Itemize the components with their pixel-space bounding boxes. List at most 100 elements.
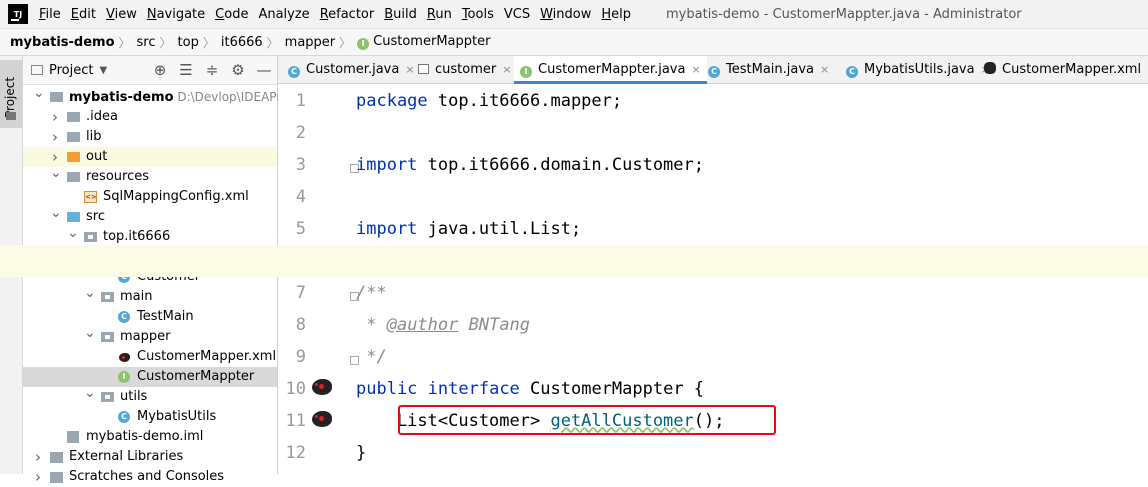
chevron-right-icon[interactable]: › [33, 467, 43, 487]
code-token: */ [356, 347, 387, 367]
breadcrumb-item[interactable]: I CustomerMappter [351, 34, 494, 50]
tree-item-label: out [86, 147, 107, 167]
tab-testmain-java[interactable]: C TestMain.java × [702, 56, 835, 83]
tree-item-main[interactable]: ⌄ main [23, 285, 277, 307]
code-token: top.it6666.domain.Customer; [417, 155, 704, 175]
chevron-down-icon[interactable]: ⌄ [50, 163, 62, 183]
chevron-down-icon[interactable]: ⌄ [67, 223, 79, 243]
tree-item-out[interactable]: › out [23, 147, 277, 167]
code-token: interface [427, 379, 520, 399]
menu-refactor[interactable]: Refactor [315, 7, 380, 22]
tree-item-label: .idea [86, 107, 118, 127]
mybatis-icon [118, 351, 132, 363]
breadcrumb-item[interactable]: src [131, 35, 160, 50]
chevron-down-icon[interactable]: ⌄ [33, 83, 45, 103]
mybatis-navigate-icon[interactable] [310, 407, 336, 429]
tree-item-label: main [120, 287, 152, 307]
menu-edit[interactable]: Edit [66, 7, 101, 22]
tree-item-top-it6666[interactable]: ⌄ top.it6666 [23, 225, 277, 247]
gear-icon[interactable]: ⚙ [229, 61, 247, 79]
close-icon[interactable]: × [691, 63, 700, 76]
menu-navigate[interactable]: Navigate [142, 7, 210, 22]
close-icon[interactable]: × [820, 63, 829, 76]
chevron-down-icon[interactable]: ⌄ [84, 283, 96, 303]
menu-analyze[interactable]: Analyze [253, 7, 314, 22]
table-icon [418, 64, 429, 74]
tab-mybatisutils-java[interactable]: CMybatisUtils.java× [840, 56, 996, 83]
collapse-all-icon[interactable]: ≑ [203, 61, 221, 79]
chevron-right-icon[interactable]: › [50, 107, 60, 127]
code-token: java.util.List; [417, 219, 582, 239]
menu-view[interactable]: View [101, 7, 142, 22]
menu-code[interactable]: Code [210, 7, 253, 22]
menu-tools[interactable]: Tools [457, 7, 499, 22]
tree-item-resources[interactable]: ⌄ resources [23, 165, 277, 187]
tree-item-testmain[interactable]: C TestMain [23, 307, 277, 327]
code-token: import [356, 219, 418, 239]
line-number: 8 [295, 315, 306, 335]
chevron-down-icon[interactable]: ⌄ [50, 203, 62, 223]
project-view-icon [31, 65, 43, 75]
tree-item-mapper[interactable]: ⌄ mapper [23, 325, 277, 347]
breadcrumb-item[interactable]: mybatis-demo [0, 35, 119, 50]
tree-item-external-libraries[interactable]: › External Libraries [23, 447, 277, 467]
breadcrumb: mybatis-demo 〉 src 〉 top 〉 it6666 〉 mapper 〉 I Cust… [0, 28, 1148, 56]
tab-label: CustomerMappter.java [538, 62, 686, 77]
tree-item-label: CustomerMappter [137, 367, 254, 387]
tree-item-text: SqlMappingConfig.xml [103, 189, 249, 204]
expand-all-icon[interactable]: ☰ [177, 61, 195, 79]
tree-item-label: MybatisUtils [137, 407, 216, 427]
tree-item-customermapper-xml[interactable]: CustomerMapper.xml [23, 347, 277, 367]
class-icon: C [846, 66, 858, 78]
breadcrumb-item[interactable]: top [172, 35, 203, 50]
breadcrumb-label: mapper [284, 34, 336, 50]
chevron-down-icon[interactable]: ▼ [99, 65, 107, 76]
tree-item-utils[interactable]: ⌄ utils [23, 385, 277, 407]
menu-help[interactable]: Help [596, 7, 636, 22]
chevron-right-icon[interactable]: › [33, 447, 43, 467]
tree-item-mybatis-demo-iml[interactable]: mybatis-demo.iml [23, 427, 277, 447]
menu-file[interactable]: File [34, 7, 66, 22]
chevron-down-icon[interactable]: ⌄ [84, 323, 96, 343]
minimize-icon[interactable]: — [255, 61, 273, 79]
chevron-right-icon[interactable]: › [50, 127, 60, 147]
tab-customer[interactable]: customer × [412, 56, 517, 83]
code-line: * @author BNTang [356, 309, 1148, 341]
line-number: 12 [285, 443, 306, 463]
tab-customermapper-xml[interactable]: CustomerMapper.xml× [978, 56, 1148, 83]
tab-customer-java[interactable]: C Customer.java × [282, 56, 421, 83]
tree-item-src[interactable]: ⌄ src [23, 205, 277, 227]
breadcrumb-label: CustomerMappter [373, 34, 491, 49]
tree-item-mybatisutils[interactable]: C MybatisUtils [23, 407, 277, 427]
breadcrumb-label: it6666 [220, 34, 263, 50]
tree-item-text: resources [86, 169, 150, 184]
breadcrumb-item[interactable]: mapper [279, 35, 339, 50]
tree-item-mybatis-demo[interactable]: ⌄ mybatis-demo D:\Devlop\IDEAProje [23, 85, 299, 107]
class-icon: C [118, 411, 130, 423]
menu-run[interactable]: Run [422, 7, 457, 22]
project-view-selector[interactable]: Project [49, 63, 93, 78]
tree-item-label: mybatis-demo.iml [86, 427, 203, 447]
tree-item-label: top.it6666 [103, 227, 170, 247]
tree-item-text: top.it6666 [103, 229, 171, 244]
chevron-down-icon[interactable]: ⌄ [84, 383, 96, 403]
code-editor[interactable]: package top.it6666.mapper; import top.it6… [0, 84, 1148, 474]
mybatis-navigate-icon[interactable] [310, 375, 336, 397]
menu-build[interactable]: Build [379, 7, 422, 22]
menu-vcs[interactable]: VCS [499, 7, 535, 22]
tree-item-customermappter[interactable]: I CustomerMappter [23, 367, 277, 387]
tree-item-scratches-and-consoles[interactable]: › Scratches and Consoles [23, 467, 277, 487]
line-number: 5 [295, 219, 306, 239]
tree-item--idea[interactable]: › .idea [23, 107, 277, 127]
close-icon[interactable]: × [502, 63, 511, 76]
tree-item-lib[interactable]: › lib [23, 127, 277, 147]
menu-window[interactable]: Window [535, 7, 596, 22]
tab-customermappter-java[interactable]: I CustomerMappter.java × [514, 56, 707, 84]
project-panel-header: Project ▼ ⊕ ☰ ≑ ⚙ — [23, 56, 277, 85]
tree-item-label: mybatis-demo D:\Devlop\IDEAProje [69, 87, 299, 108]
target-icon[interactable]: ⊕ [151, 61, 169, 79]
code-token: top.it6666.mapper; [427, 91, 623, 111]
tree-item-sqlmappingconfig-xml[interactable]: <> SqlMappingConfig.xml [23, 187, 277, 207]
code-line: public interface CustomerMappter { [356, 373, 1148, 405]
breadcrumb-item[interactable]: it6666 [215, 35, 267, 50]
